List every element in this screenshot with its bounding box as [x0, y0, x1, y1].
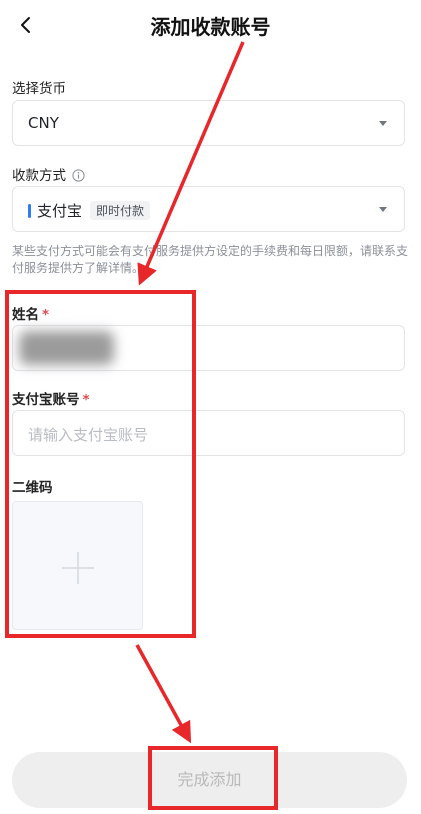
payment-method-value: 支付宝 即时付款 — [28, 200, 151, 221]
fee-notice: 某些支付方式可能会有支付服务提供方设定的手续费和每日限额，请联系支付服务提供方了… — [12, 244, 409, 275]
annotation-arrow-top — [137, 41, 245, 286]
annotation-highlight-form — [5, 290, 196, 638]
info-icon[interactable] — [72, 169, 85, 186]
caret-down-icon — [379, 207, 387, 212]
page-title: 添加收款账号 — [150, 15, 271, 39]
payment-method-tag: 即时付款 — [90, 201, 151, 220]
annotation-highlight-button — [148, 746, 278, 810]
currency-value: CNY — [28, 114, 59, 132]
payment-method-select[interactable]: 支付宝 即时付款 — [12, 186, 405, 232]
payment-accent-bar — [28, 204, 31, 218]
payment-method-label: 收款方式 — [12, 168, 66, 184]
annotation-arrow-bottom — [135, 644, 192, 744]
currency-select[interactable]: CNY — [12, 100, 405, 146]
caret-down-icon — [379, 121, 387, 126]
currency-label: 选择货币 — [12, 81, 66, 97]
header-bar: 添加收款账号 — [0, 0, 421, 50]
payment-method-name: 支付宝 — [37, 202, 83, 220]
payment-method-label-row: 收款方式 — [12, 164, 85, 186]
